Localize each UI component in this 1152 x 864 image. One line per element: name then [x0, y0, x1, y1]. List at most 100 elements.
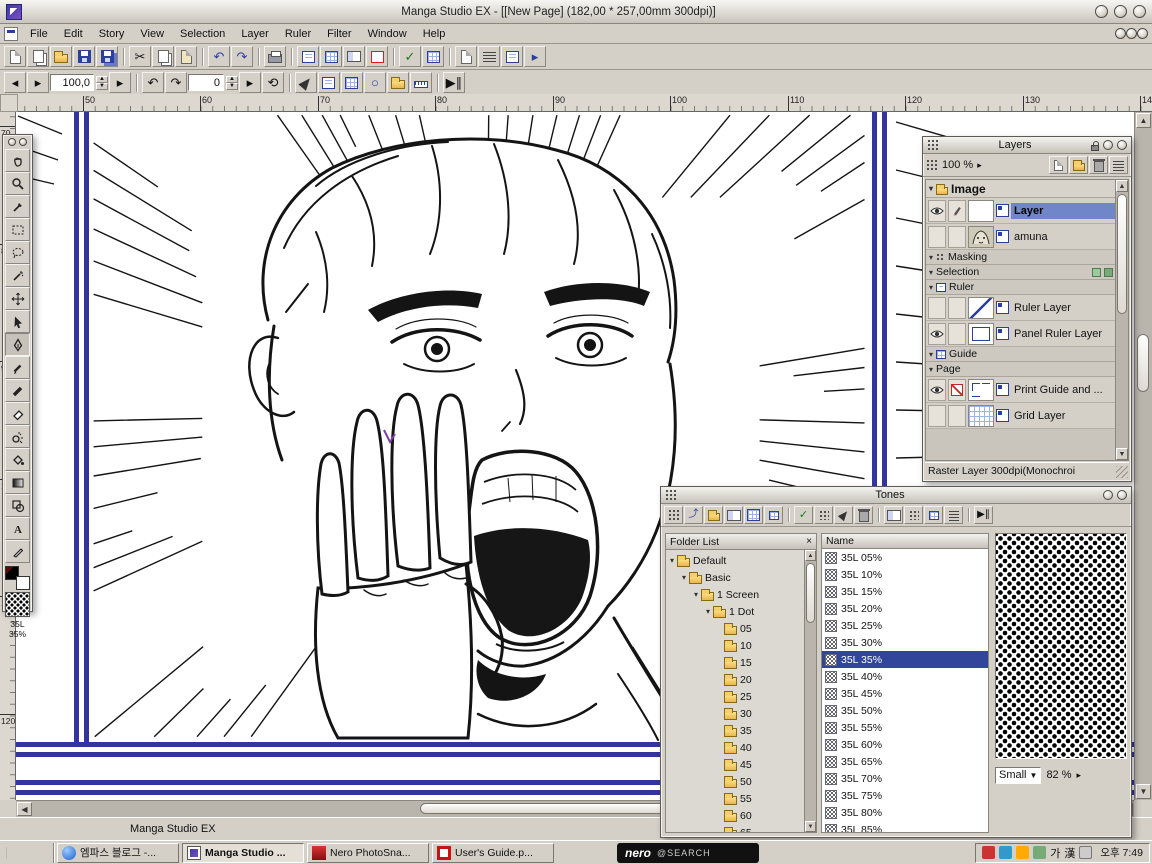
- zoom-spinner[interactable]: ▲▼: [96, 76, 108, 90]
- tone-item[interactable]: 35L 85%: [822, 821, 988, 833]
- console-button[interactable]: [478, 46, 500, 67]
- menu-view[interactable]: View: [132, 26, 172, 42]
- reset-view-button[interactable]: ⟲: [262, 72, 284, 93]
- snap-grid2-button[interactable]: [341, 72, 363, 93]
- tone-paste-button[interactable]: ⤴: [684, 506, 703, 524]
- tone-item[interactable]: 35L 30%: [822, 634, 988, 651]
- tray-icon-blue[interactable]: [999, 846, 1012, 859]
- open-button[interactable]: [50, 46, 72, 67]
- folder-row[interactable]: 05: [668, 620, 814, 637]
- custom-tools-button[interactable]: [501, 46, 523, 67]
- layer-row-amuna[interactable]: amuna: [926, 224, 1128, 250]
- taskbar-button-pdf[interactable]: User's Guide.p...: [432, 843, 554, 863]
- tones-collapse-button[interactable]: [1103, 490, 1113, 500]
- layer-thumbnail[interactable]: [968, 405, 994, 427]
- menu-filter[interactable]: Filter: [319, 26, 359, 42]
- ime-hangul-indicator[interactable]: 가: [1050, 845, 1060, 861]
- taskbar-button-nero[interactable]: Nero PhotoSna...: [307, 843, 429, 863]
- collapse-arrow-icon[interactable]: ▾: [929, 283, 933, 292]
- folder-up-button[interactable]: [704, 506, 723, 524]
- tone-item[interactable]: 35L 20%: [822, 600, 988, 617]
- tone-item[interactable]: 35L 65%: [822, 753, 988, 770]
- toolbox-close-button[interactable]: [19, 138, 27, 146]
- magic-wand-tool[interactable]: [5, 264, 30, 287]
- vertical-scroll-thumb[interactable]: [1137, 334, 1149, 392]
- tone-size-select[interactable]: Small ▼: [995, 767, 1041, 784]
- resize-grip[interactable]: [1116, 466, 1128, 478]
- pan-tool[interactable]: [5, 149, 30, 172]
- layers-scroll-thumb[interactable]: [1117, 194, 1127, 314]
- folder-row[interactable]: 60: [668, 807, 814, 824]
- zoom-apply-button[interactable]: ▸: [109, 72, 131, 93]
- taskbar-button-manga-studio[interactable]: Manga Studio ...: [182, 843, 304, 863]
- rotation-field[interactable]: 0: [188, 74, 224, 91]
- panel-knife-tool[interactable]: [5, 540, 30, 563]
- selection-option-icon[interactable]: [1092, 268, 1101, 277]
- background-color-swatch[interactable]: [16, 576, 30, 590]
- delete-layer-button[interactable]: [1089, 156, 1108, 174]
- palette-menu-icon[interactable]: [665, 489, 677, 501]
- new-story-button[interactable]: [27, 46, 49, 67]
- tone-item[interactable]: 35L 10%: [822, 566, 988, 583]
- tone-properties-button[interactable]: ▶∥: [974, 506, 993, 524]
- nero-search-band[interactable]: nero @SEARCH: [617, 843, 759, 863]
- expand-arrow-icon[interactable]: ▾: [694, 590, 698, 599]
- lasso-tool[interactable]: [5, 241, 30, 264]
- rename-tone-button[interactable]: [834, 506, 853, 524]
- step-forward-button[interactable]: ▶∥: [443, 72, 465, 93]
- tone-list-header[interactable]: Name: [822, 534, 988, 549]
- new-folder-button[interactable]: [1069, 156, 1088, 174]
- rotate-right-button[interactable]: ↷: [165, 72, 187, 93]
- tone-item[interactable]: 35L 15%: [822, 583, 988, 600]
- tones-title-bar[interactable]: Tones: [661, 487, 1131, 504]
- gradient-tool[interactable]: [5, 471, 30, 494]
- cut-button[interactable]: ✂: [129, 46, 151, 67]
- layer-name[interactable]: Print Guide and ...: [1011, 382, 1126, 398]
- expand-arrow-icon[interactable]: ▾: [706, 607, 710, 616]
- layer-properties-button[interactable]: [1109, 156, 1128, 174]
- tone-item[interactable]: 35L 50%: [822, 702, 988, 719]
- text-tool[interactable]: A: [5, 517, 30, 540]
- maximize-button[interactable]: [1114, 5, 1127, 18]
- folder-row-basic[interactable]: ▾Basic: [668, 569, 814, 586]
- undo-button[interactable]: ↶: [208, 46, 230, 67]
- pen-tool[interactable]: [5, 333, 30, 356]
- child-close-button[interactable]: [1137, 28, 1148, 39]
- layer-row-panel-ruler[interactable]: Panel Ruler Layer: [926, 321, 1128, 347]
- palette-menu-icon[interactable]: [927, 139, 939, 151]
- save-button[interactable]: [73, 46, 95, 67]
- layer-name[interactable]: Ruler Layer: [1011, 300, 1126, 316]
- layout-split-4-button[interactable]: [944, 506, 963, 524]
- layer-thumbnail[interactable]: [968, 200, 994, 222]
- move-tool[interactable]: [5, 287, 30, 310]
- show-ruler-button[interactable]: [410, 72, 432, 93]
- tray-keyboard-icon[interactable]: [1079, 846, 1092, 859]
- snap-parallel-button[interactable]: [318, 72, 340, 93]
- canvas-vertical-scrollbar[interactable]: ▲ ▼: [1134, 112, 1152, 800]
- folder-row[interactable]: 30: [668, 705, 814, 722]
- collapse-arrow-icon[interactable]: ▾: [929, 268, 933, 277]
- visibility-toggle[interactable]: [928, 323, 946, 345]
- marker-tool[interactable]: [5, 379, 30, 402]
- snap-guide-button[interactable]: [387, 72, 409, 93]
- close-button[interactable]: [1133, 5, 1146, 18]
- folder-row[interactable]: 35: [668, 722, 814, 739]
- folder-row[interactable]: 40: [668, 739, 814, 756]
- page-list-button[interactable]: [320, 46, 342, 67]
- folder-list-scrollbar[interactable]: ▲ ▼: [804, 550, 816, 832]
- layer-section-guide[interactable]: ▾ Guide: [926, 347, 1128, 362]
- layers-scrollbar[interactable]: ▲ ▼: [1115, 180, 1128, 460]
- visibility-toggle[interactable]: [928, 379, 946, 401]
- tone-item[interactable]: 35L 80%: [822, 804, 988, 821]
- ime-hanja-indicator[interactable]: 漢: [1064, 845, 1075, 861]
- print-button[interactable]: [264, 46, 286, 67]
- layers-title-bar[interactable]: Layers: [923, 137, 1131, 154]
- layer-row-ruler-layer[interactable]: Ruler Layer: [926, 295, 1128, 321]
- menu-help[interactable]: Help: [415, 26, 454, 42]
- folder-row-dot[interactable]: ▾1 Dot: [668, 603, 814, 620]
- menu-file[interactable]: File: [22, 26, 56, 42]
- toolbox-collapse-button[interactable]: [8, 138, 16, 146]
- layer-thumbnail[interactable]: [968, 323, 994, 345]
- taskbar-button-browser[interactable]: 엠파스 블로그 -...: [57, 843, 179, 863]
- layers-collapse-button[interactable]: [1103, 140, 1113, 150]
